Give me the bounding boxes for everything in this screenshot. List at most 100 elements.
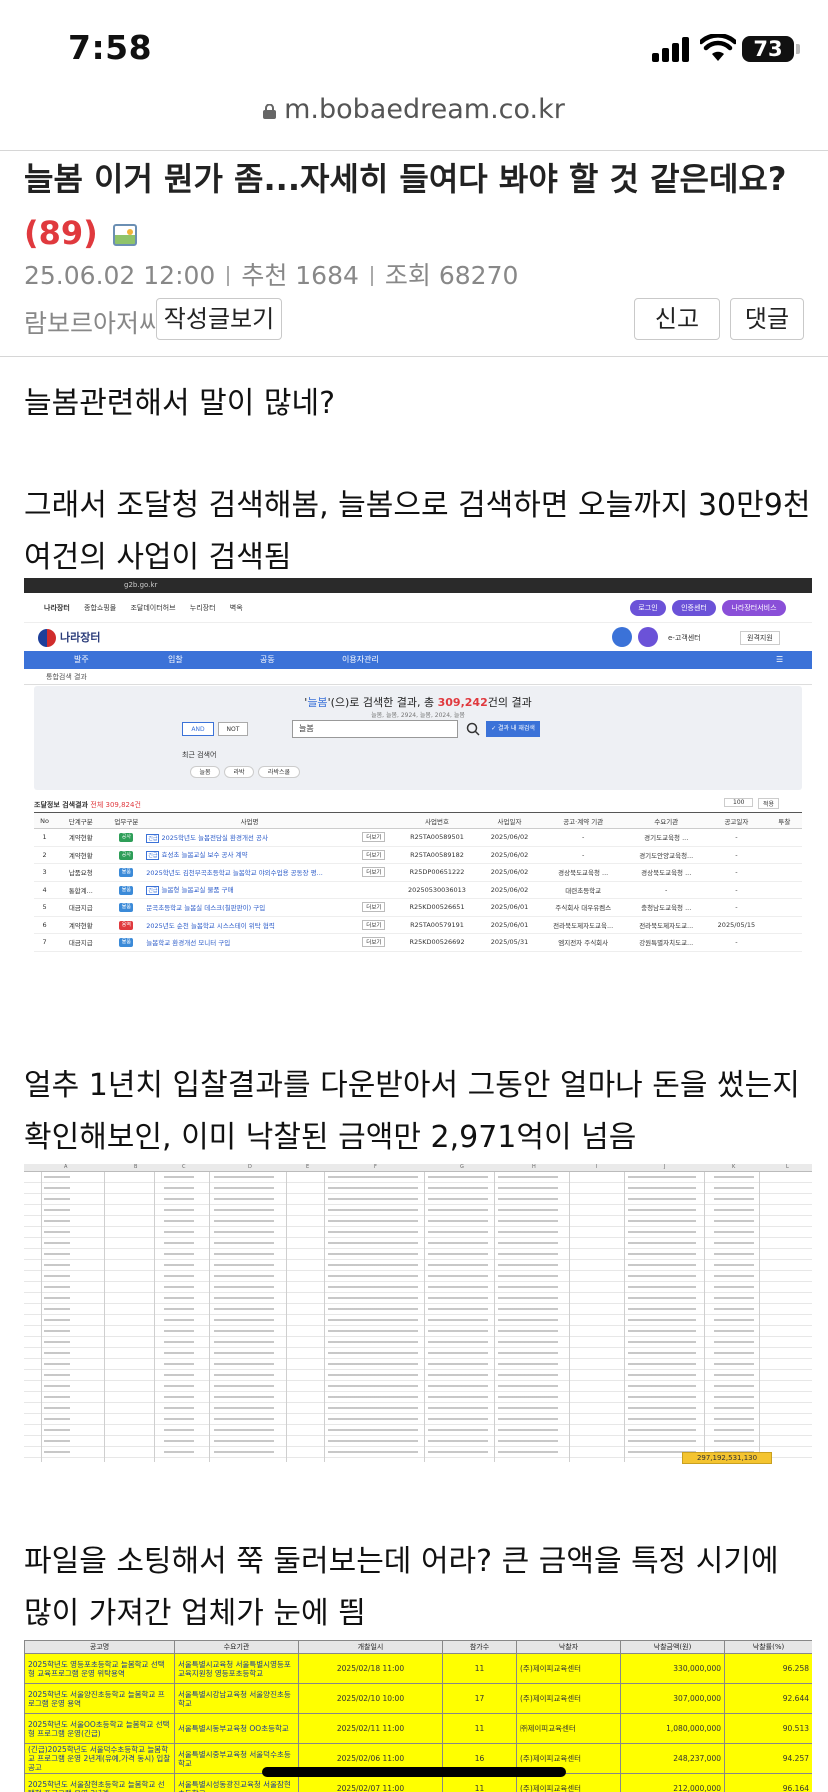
column-letter: G (460, 1164, 464, 1170)
project-name: 문곡초등학교 늘봄실 데스크(칠판판이) 구입 (146, 904, 266, 913)
image-attached-icon (112, 224, 137, 246)
battery-icon: 73 (742, 36, 794, 62)
category-badge: 물품 (119, 938, 134, 948)
spreadsheet-text (428, 1172, 488, 1462)
g2b-logo-text: 나라장터 (60, 631, 101, 644)
post-date: 25.06.02 12:00 (24, 261, 216, 290)
g2b-logo-mark (38, 629, 56, 647)
g2b-login-pill: 로그인 (630, 600, 666, 616)
home-indicator[interactable] (262, 1767, 566, 1777)
g2b-result-summary: '늘봄'(으)로 검색한 결과, 총 309,242건의 결과 (304, 696, 532, 709)
category-badge: 공사 (119, 833, 134, 843)
url-bar[interactable]: m.bobaedream.co.kr (0, 94, 828, 144)
g2b-topnav: 나라장터 종합쇼핑몰 조달데이터허브 누리장터 벽옥 로그인 인증센터 나라장터… (24, 593, 812, 623)
table-row: 2025학년도 서울OO초등학교 늘봄학교 선택형 프로그램 운영(긴급) 서울특… (24, 1713, 812, 1744)
g2b-recent-chip: 라박 (224, 766, 254, 778)
g2b-recent-label: 최근 검색어 (182, 751, 217, 759)
more-button: 더보기 (362, 937, 386, 948)
category-badge: 용역 (119, 920, 134, 930)
g2b-and-toggle: AND (182, 722, 214, 736)
g2b-not-toggle: NOT (218, 722, 248, 736)
g2b-search-panel: '늘봄'(으)로 검색한 결과, 총 309,242건의 결과 늘봄, 늘봄, … (34, 686, 802, 790)
comment-button[interactable]: 댓글 (730, 298, 804, 340)
table-header-row: 공고명 수요기관 개찰일시 참가수 낙찰자 낙찰금액(원) 낙찰률(%) (24, 1640, 812, 1654)
table-row: 2 계약현황 공사 긴급 효성초 늘봄교실 보수 공사 계약 더보기 R25TA005891… (34, 846, 802, 864)
lock-icon (263, 104, 277, 119)
table-row: 7 대금지급 물품 늘봄학교 환경개선 모니터 구입 더보기 R25KD00526692 2… (34, 933, 802, 952)
my-posts-button[interactable]: 작성글보기 (156, 298, 282, 340)
project-name: 2025학년도 김천부곡초등학교 늘봄학교 야외수업용 공동장 평... (146, 869, 323, 878)
table-row: 3 납품요청 물품 2025학년도 김천부곡초등학교 늘봄학교 야외수업용 공동장 평… (34, 863, 802, 882)
more-button: 더보기 (362, 919, 386, 930)
column-letter: D (248, 1164, 252, 1170)
meta-divider (227, 266, 230, 286)
body-paragraph-4: 파일을 소팅해서 쭉 둘러보는데 어라? 큰 금액을 특정 시기에 많이 가져간… (24, 1544, 779, 1631)
project-name: 늘봄형 늘봄교실 물품 구매 (161, 886, 234, 895)
column-letter: K (732, 1164, 736, 1170)
g2b-cert-pill: 인증센터 (672, 600, 716, 616)
divider (0, 356, 828, 357)
g2b-related-terms: 늘봄, 늘봄, 2924, 늘봄, 2024, 늘봄 (371, 712, 465, 719)
spreadsheet-text (498, 1172, 558, 1462)
column-letter: C (182, 1164, 186, 1170)
g2b-nav-item: 벽옥 (229, 604, 243, 612)
more-button: 더보기 (362, 849, 386, 860)
urgent-badge: 긴급 (146, 886, 160, 896)
spreadsheet-text (44, 1172, 70, 1462)
g2b-menu-item: 이용자관리 (342, 655, 379, 664)
post-title-text: 늘봄 이거 뭔가 좀...자세히 들여다 봐야 할 것 같은데요? (24, 160, 787, 198)
project-name: 2025년도 순천 늘봄학교 시스스테이 위탁 협력 (146, 921, 275, 930)
g2b-per-page: 100 (724, 798, 754, 807)
g2b-hamburger-icon: ☰ (776, 655, 784, 664)
column-letter: A (64, 1164, 68, 1170)
column-letter: I (596, 1164, 598, 1170)
more-button: 더보기 (362, 867, 386, 878)
url-text: m.bobaedream.co.kr (284, 94, 565, 125)
cellular-signal-icon (652, 36, 692, 62)
g2b-menu-item: 공동 (260, 655, 275, 664)
battery-cap (796, 44, 800, 54)
g2b-nav-item: 나라장터 (44, 604, 70, 612)
g2b-menu-item: 발주 (74, 655, 89, 664)
g2b-apply: 적용 (758, 798, 780, 809)
spreadsheet-text (328, 1172, 418, 1462)
g2b-menu-item: 입찰 (168, 655, 183, 664)
spreadsheet-text (164, 1172, 194, 1462)
column-letter: E (306, 1164, 310, 1170)
g2b-nav-item: 조달데이터허브 (130, 604, 176, 612)
column-letter: L (786, 1164, 789, 1170)
table-row: 2025학년도 영등포초등학교 늘봄학교 선택형 교육프로그램 운영 위탁용역 서… (24, 1653, 812, 1684)
category-badge: 물품 (119, 868, 134, 878)
column-letter: B (134, 1164, 138, 1170)
table-row: 4 통합계... 물품 긴급 늘봄형 늘봄교실 물품 구매 20250530036013 2… (34, 881, 802, 899)
g2b-search-in-results: ✓ 결과 내 재검색 (486, 721, 540, 737)
status-bar: 7:58 73 (0, 0, 828, 100)
author-row: 람보르아저씨 작성글보기 신고 댓글 (24, 296, 804, 342)
g2b-nav-item: 누리장터 (189, 604, 216, 612)
project-name: 2025학년도 늘봄전담실 환경개선 공사 (161, 833, 268, 842)
g2b-service-pill: 나라장터서비스 (722, 600, 786, 616)
g2b-recent-chip: 늘봄 (190, 766, 220, 778)
g2b-help: e-고객센터 (668, 634, 701, 642)
body-paragraph-2: 그래서 조달청 검색해봄, 늘봄으로 검색하면 오늘까지 30만9천여건의 사업… (24, 488, 811, 575)
report-button[interactable]: 신고 (634, 298, 720, 340)
g2b-menu-bar: 발주 입찰 공동 이용자관리 ☰ (24, 651, 812, 669)
body-paragraph-1: 늘봄관련해서 말이 많네? (24, 386, 335, 421)
g2b-remote: 원격지원 (740, 631, 780, 645)
comment-count[interactable]: (89) (24, 214, 98, 252)
g2b-logo-row: 나라장터 e-고객센터 원격지원 (24, 623, 812, 651)
table-row: 2025학년도 서울양진초등학교 늘봄학교 프로그램 운영 용역 서울특별시강남교… (24, 1683, 812, 1714)
spreadsheet-text (214, 1172, 274, 1462)
spreadsheet-text (714, 1172, 754, 1462)
spreadsheet-total-cell: 297,192,531,130 (682, 1452, 772, 1464)
project-name: 효성초 늘봄교실 보수 공사 계약 (161, 851, 248, 860)
more-button: 더보기 (362, 832, 386, 843)
author-name[interactable]: 람보르아저씨 (24, 304, 162, 340)
category-badge: 물품 (119, 885, 134, 895)
column-letter: F (374, 1164, 377, 1170)
post-meta: 25.06.02 12:00 추천 1684 조회 68270 (24, 256, 518, 292)
clock: 7:58 (68, 28, 153, 67)
urgent-badge: 긴급 (146, 833, 160, 843)
category-badge: 공사 (119, 850, 134, 860)
g2b-breadcrumb: 통합검색 결과 (24, 669, 812, 685)
